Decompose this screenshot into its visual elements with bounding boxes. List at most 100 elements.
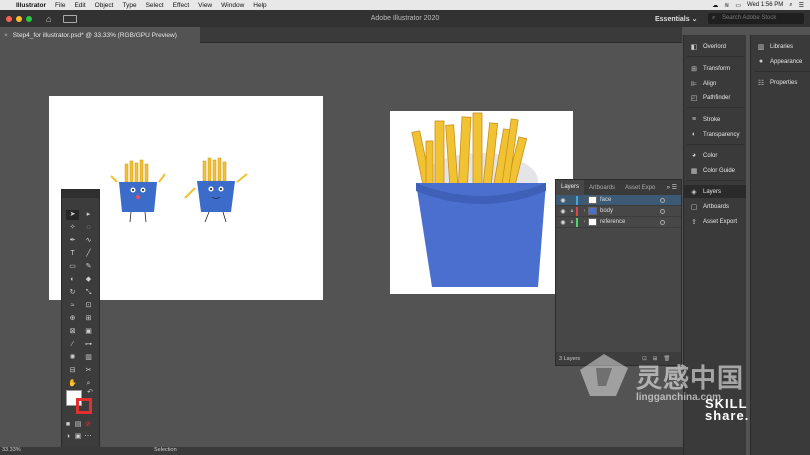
draw-mode-icon[interactable]: ◑ bbox=[64, 432, 72, 442]
rotate-tool-icon[interactable]: ↻ bbox=[66, 288, 79, 298]
shaper-tool-icon[interactable]: ◐ bbox=[66, 275, 79, 285]
magic-wand-tool-icon[interactable]: ✧ bbox=[66, 223, 79, 233]
symbol-sprayer-tool-icon[interactable]: ✺ bbox=[66, 353, 79, 363]
expand-arrow-icon[interactable]: › bbox=[581, 219, 588, 225]
paintbrush-tool-icon[interactable]: ✎ bbox=[82, 262, 95, 272]
dock-layers[interactable]: ◈ Layers bbox=[684, 185, 746, 198]
dock-overlord[interactable]: ◧ Overlord bbox=[684, 40, 746, 53]
minimize-window-icon[interactable] bbox=[16, 15, 22, 22]
tab-asset-export[interactable]: Asset Expo bbox=[620, 185, 660, 191]
layer-row-reference[interactable]: ◉ 🔒︎ › reference bbox=[556, 217, 681, 228]
rectangle-tool-icon[interactable]: ▭ bbox=[66, 262, 79, 272]
cloud-icon[interactable]: ☁ bbox=[712, 2, 718, 9]
hand-tool-icon[interactable]: ✋ bbox=[66, 379, 79, 389]
stock-search-input[interactable]: ⌕ Search Adobe Stock bbox=[708, 13, 804, 24]
swap-fill-stroke-icon[interactable]: ↶ bbox=[86, 388, 94, 398]
tools-panel-header[interactable] bbox=[62, 190, 99, 198]
dock-color-guide[interactable]: ▦ Color Guide bbox=[684, 164, 746, 177]
visibility-eye-icon[interactable]: ◉ bbox=[558, 219, 568, 226]
dock-transparency[interactable]: ◐ Transparency bbox=[684, 128, 746, 141]
dock-pathfinder[interactable]: ◰ Pathfinder bbox=[684, 91, 746, 104]
type-tool-icon[interactable]: T bbox=[66, 249, 79, 259]
slice-tool-icon[interactable]: ✂ bbox=[82, 366, 95, 376]
close-tab-icon[interactable]: × bbox=[4, 32, 8, 39]
stroke-color-swatch[interactable] bbox=[76, 398, 92, 414]
dock-appearance[interactable]: ● Appearance bbox=[751, 55, 810, 68]
expand-arrow-icon[interactable]: › bbox=[581, 208, 588, 214]
zoom-window-icon[interactable] bbox=[26, 15, 32, 22]
notification-icon[interactable]: ☰ bbox=[799, 2, 804, 9]
perspective-grid-tool-icon[interactable]: ⊞ bbox=[82, 314, 95, 324]
panel-menu-icon[interactable]: » ☰ bbox=[662, 184, 681, 191]
lasso-tool-icon[interactable]: ◌ bbox=[82, 223, 95, 233]
mesh-tool-icon[interactable]: ⊠ bbox=[66, 327, 79, 337]
fries-reference-image[interactable] bbox=[390, 111, 573, 294]
screen-mode-icon[interactable]: ▣ bbox=[74, 432, 82, 442]
artboard-2[interactable] bbox=[390, 111, 573, 294]
dock-libraries[interactable]: ▥ Libraries bbox=[751, 40, 810, 53]
tab-layers[interactable]: Layers bbox=[556, 180, 585, 195]
workspace-switcher[interactable]: Essentials ⌄ bbox=[655, 15, 697, 23]
layer-row-face[interactable]: ◉ face bbox=[556, 195, 681, 206]
home-icon[interactable]: ⌂ bbox=[46, 14, 51, 24]
free-transform-tool-icon[interactable]: ⊡ bbox=[82, 301, 95, 311]
dock-transform[interactable]: ⊞ Transform bbox=[684, 62, 746, 75]
target-circle-icon[interactable] bbox=[660, 208, 665, 214]
menu-app[interactable]: Illustrator bbox=[16, 2, 46, 9]
wifi-icon[interactable]: ≋ bbox=[724, 2, 729, 9]
warp-tool-icon[interactable]: ≈ bbox=[66, 301, 79, 311]
target-circle-icon[interactable] bbox=[660, 197, 665, 203]
layer-name[interactable]: body bbox=[600, 208, 613, 214]
pen-tool-icon[interactable]: ✒ bbox=[66, 236, 79, 246]
menu-window[interactable]: Window bbox=[221, 2, 244, 9]
menu-edit[interactable]: Edit bbox=[74, 2, 85, 9]
color-mode-icon[interactable]: ■ bbox=[64, 420, 72, 430]
menu-effect[interactable]: Effect bbox=[173, 2, 190, 9]
clock[interactable]: Wed 1:56 PM bbox=[747, 2, 783, 8]
asset-export-icon: ⇪ bbox=[691, 218, 697, 226]
lock-icon[interactable]: 🔒︎ bbox=[568, 208, 576, 214]
visibility-eye-icon[interactable]: ◉ bbox=[558, 197, 568, 204]
curvature-tool-icon[interactable]: ∿ bbox=[82, 236, 95, 246]
battery-icon[interactable]: ▭ bbox=[735, 2, 741, 9]
gradient-mode-icon[interactable]: ▤ bbox=[74, 420, 82, 430]
eraser-tool-icon[interactable]: ◆ bbox=[82, 275, 95, 285]
dock-artboards[interactable]: ▢ Artboards bbox=[684, 200, 746, 213]
layer-row-body[interactable]: ◉ 🔒︎ › body bbox=[556, 206, 681, 217]
blend-tool-icon[interactable]: ⊶ bbox=[82, 340, 95, 350]
menu-help[interactable]: Help bbox=[253, 2, 266, 9]
dock-asset-export[interactable]: ⇪ Asset Export bbox=[684, 215, 746, 228]
dock-color[interactable]: ◕ Color bbox=[684, 149, 746, 162]
zoom-level[interactable]: 33.33% bbox=[2, 447, 21, 453]
document-tab[interactable]: × Step4_for illustrator.psd* @ 33.33% (R… bbox=[0, 27, 200, 43]
none-mode-icon[interactable]: ⊘ bbox=[84, 420, 92, 430]
dock-align[interactable]: ⊫ Align bbox=[684, 77, 746, 90]
status-mode[interactable]: Selection bbox=[154, 447, 177, 453]
menu-view[interactable]: View bbox=[198, 2, 212, 9]
line-tool-icon[interactable]: ╱ bbox=[82, 249, 95, 259]
shape-builder-tool-icon[interactable]: ⊕ bbox=[66, 314, 79, 324]
layer-name[interactable]: reference bbox=[600, 219, 625, 225]
menu-select[interactable]: Select bbox=[146, 2, 164, 9]
menu-object[interactable]: Object bbox=[95, 2, 114, 9]
visibility-eye-icon[interactable]: ◉ bbox=[558, 208, 568, 215]
menu-file[interactable]: File bbox=[55, 2, 65, 9]
scale-tool-icon[interactable]: ⤡ bbox=[82, 288, 95, 298]
close-window-icon[interactable] bbox=[6, 15, 12, 22]
edit-toolbar-icon[interactable]: ⋯ bbox=[84, 432, 92, 442]
dock-properties[interactable]: ☷ Properties bbox=[751, 76, 810, 89]
layer-name[interactable]: face bbox=[600, 197, 611, 203]
artboard-tool-icon[interactable]: ⊟ bbox=[66, 366, 79, 376]
target-circle-icon[interactable] bbox=[660, 219, 665, 225]
dock-stroke[interactable]: ≡ Stroke bbox=[684, 113, 746, 126]
arrange-documents-icon[interactable] bbox=[63, 14, 78, 23]
column-graph-tool-icon[interactable]: ▥ bbox=[82, 353, 95, 363]
direct-selection-tool-icon[interactable]: ▸ bbox=[82, 210, 95, 220]
menu-type[interactable]: Type bbox=[122, 2, 136, 9]
tab-artboards[interactable]: Artboards bbox=[584, 185, 620, 191]
eyedropper-tool-icon[interactable]: ⁄ bbox=[66, 340, 79, 350]
lock-icon[interactable]: 🔒︎ bbox=[568, 219, 576, 225]
gradient-tool-icon[interactable]: ▣ bbox=[82, 327, 95, 337]
spotlight-icon[interactable]: ⌕ bbox=[789, 2, 792, 9]
selection-tool-icon[interactable]: ➤ bbox=[66, 210, 79, 220]
